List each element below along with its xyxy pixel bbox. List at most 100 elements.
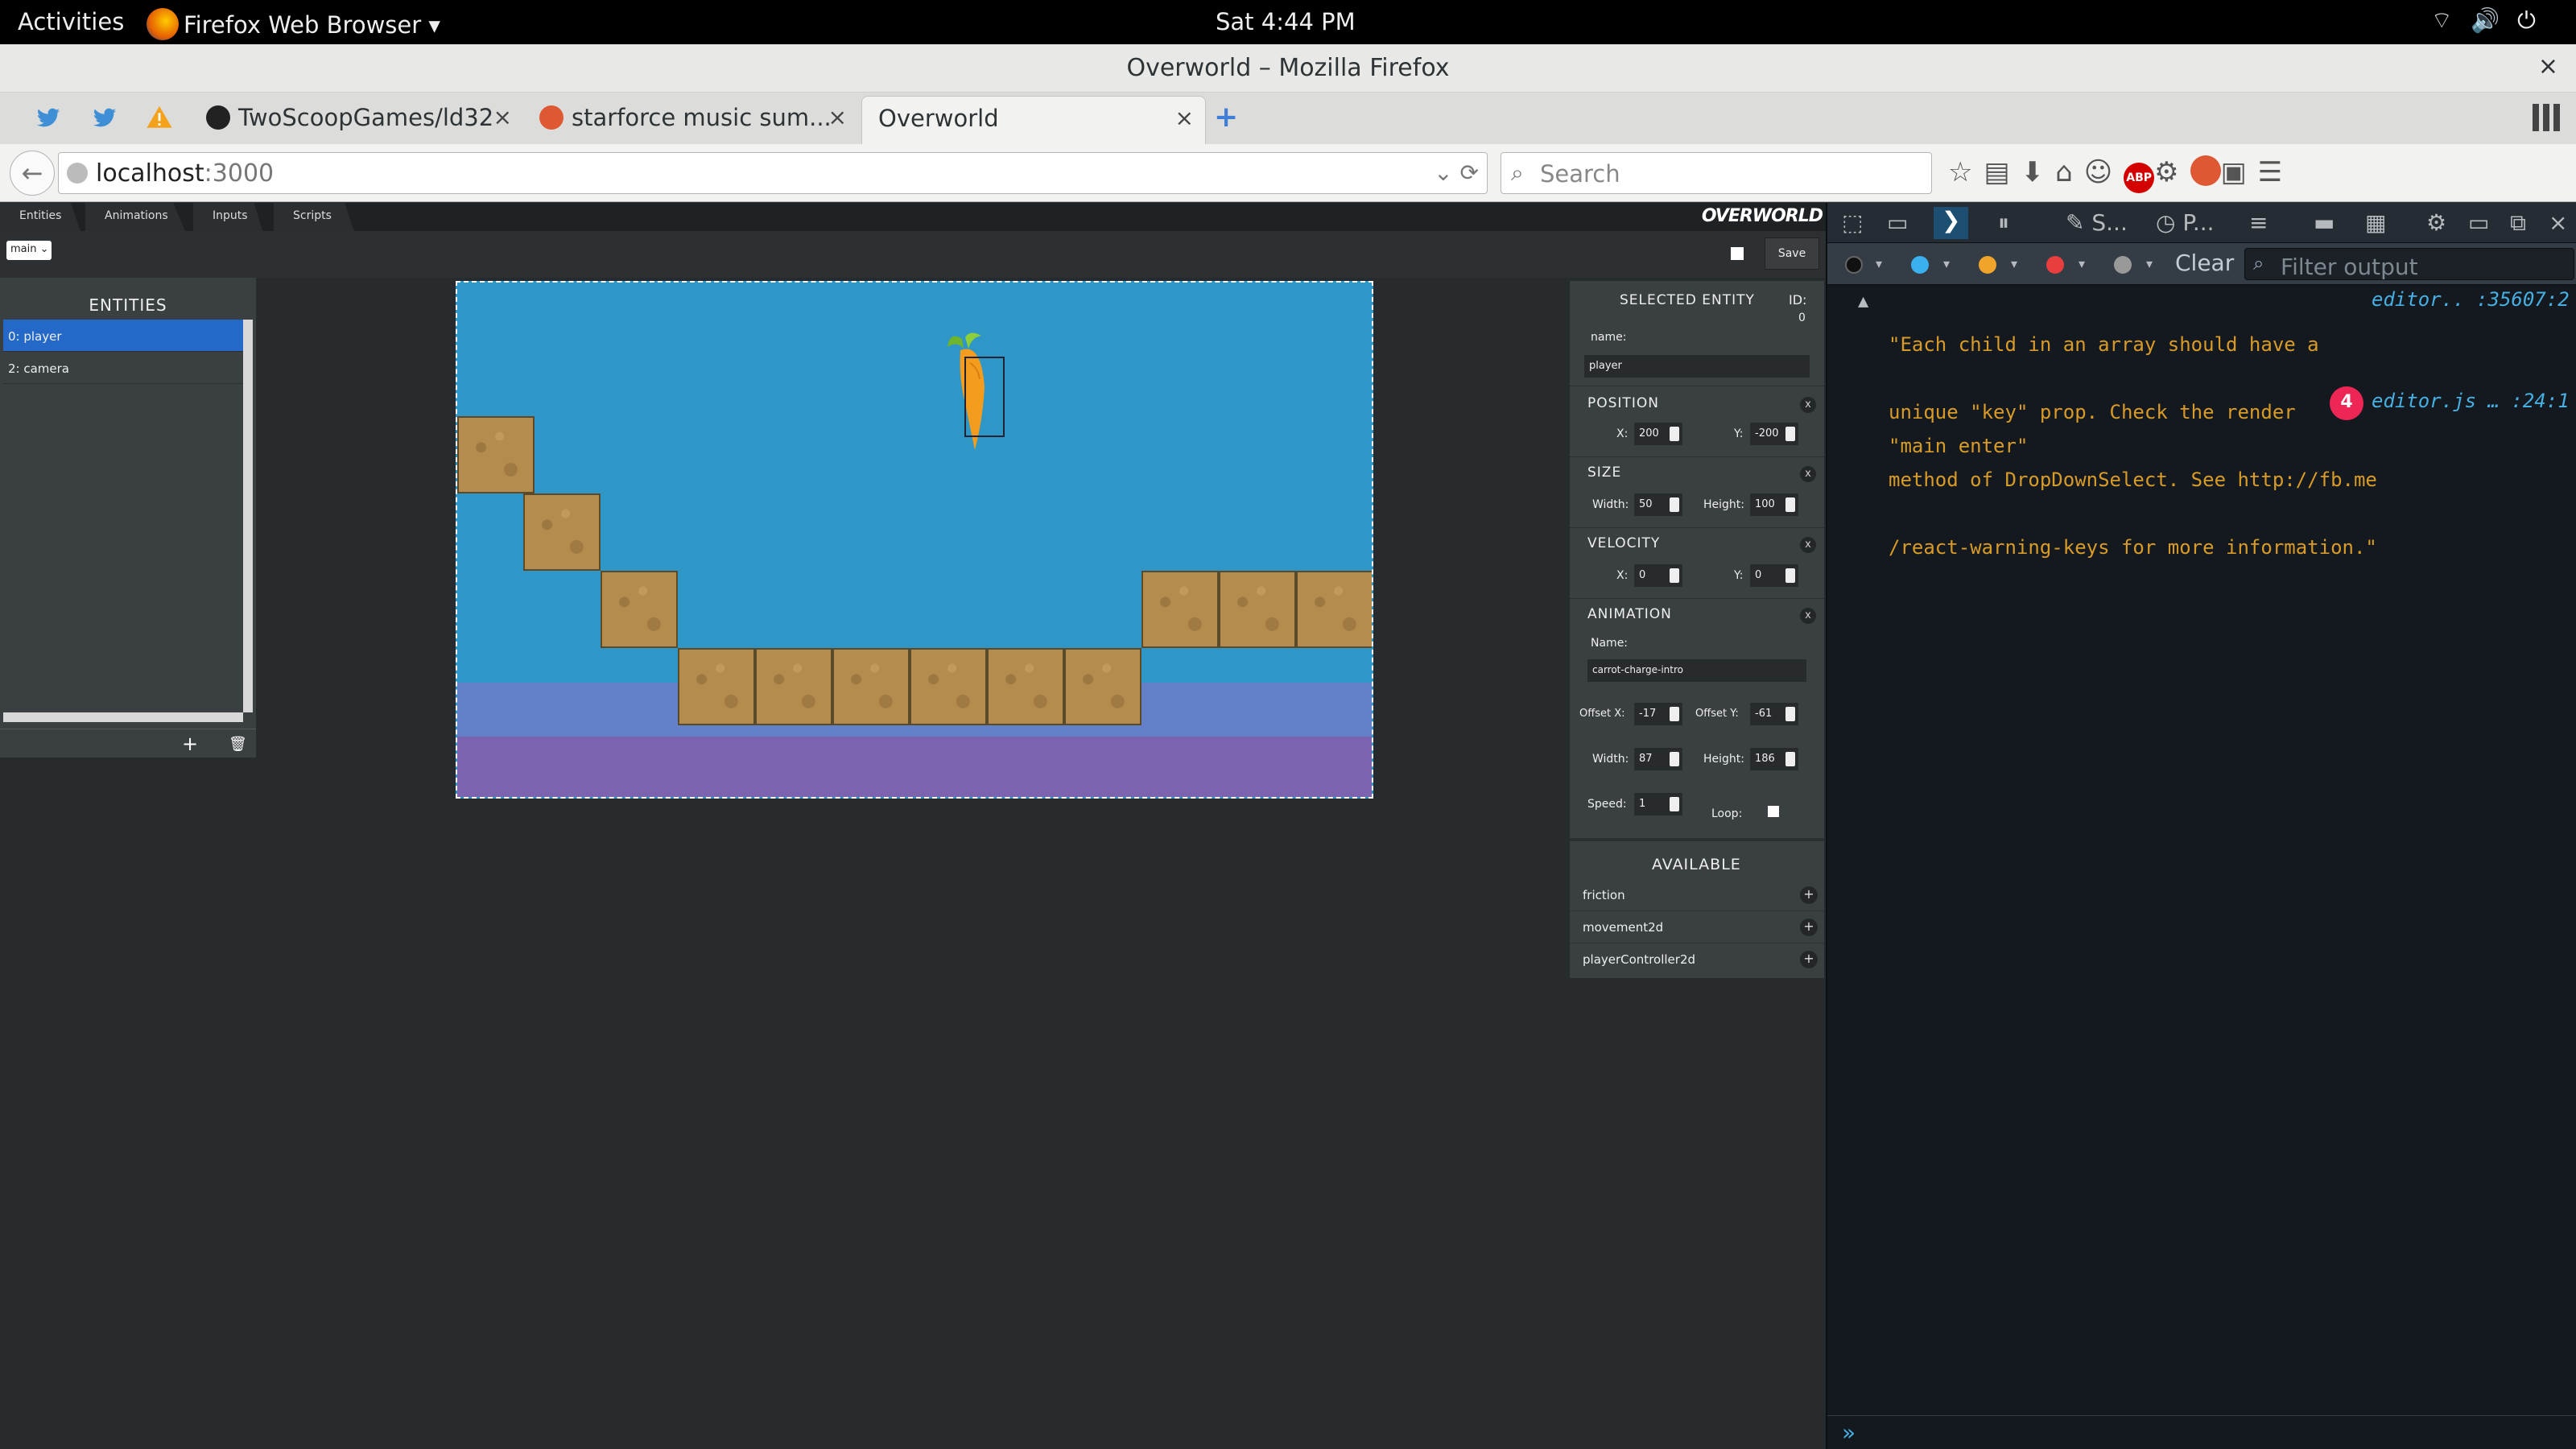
split-console-icon[interactable]: ▬ — [2314, 209, 2334, 236]
animation-name-input[interactable]: carrot-charge-intro — [1587, 659, 1806, 682]
chevron-down-icon[interactable]: ▾ — [2146, 256, 2153, 271]
twitter-icon[interactable] — [34, 104, 63, 131]
new-tab-icon[interactable]: + — [1214, 101, 1238, 134]
reload-icon[interactable]: ⌄ ⟳ — [1434, 159, 1479, 186]
warning-icon[interactable] — [145, 104, 174, 131]
console-message[interactable]: "main enter" — [1889, 390, 2028, 502]
clock[interactable]: Sat 4:44 PM — [1216, 8, 1356, 35]
activities-button[interactable]: Activities — [18, 8, 124, 35]
stop-button[interactable] — [1731, 247, 1744, 260]
network-icon[interactable]: ⚙ — [2154, 156, 2190, 188]
net-filter-icon[interactable] — [1845, 256, 1863, 274]
speed-input[interactable]: 1 — [1634, 793, 1682, 815]
save-button[interactable]: Save — [1765, 237, 1819, 270]
offset-y-input[interactable]: -61 — [1750, 703, 1798, 725]
back-arrow-icon[interactable]: ← — [10, 151, 55, 196]
remove-animation-button[interactable]: x — [1800, 608, 1816, 624]
anim-height-input[interactable]: 186 — [1750, 748, 1798, 770]
duckduckgo-icon[interactable] — [2190, 155, 2221, 186]
message-source-link[interactable]: editor.js … :24:1 — [2372, 390, 2570, 412]
position-y-input[interactable]: -200 — [1750, 423, 1798, 445]
trash-icon[interactable]: 🗑 — [229, 736, 247, 753]
tab-overworld[interactable]: Overworld × — [861, 96, 1206, 144]
remove-velocity-button[interactable]: x — [1800, 537, 1816, 553]
anim-height-label: Height: — [1703, 753, 1744, 766]
velocity-y-input[interactable]: 0 — [1750, 564, 1798, 587]
add-component-button[interactable]: + — [1800, 951, 1818, 968]
pick-element-icon[interactable]: ⬚ — [1842, 209, 1863, 236]
reading-list-icon[interactable]: ▤ — [1984, 156, 2021, 188]
console-tab-icon[interactable]: ❯ — [1934, 207, 1969, 239]
menu-entities[interactable]: Entities — [0, 203, 80, 231]
search-bar[interactable]: ⌕ Search — [1501, 152, 1932, 194]
performance-tab[interactable]: ◷ P... — [2156, 209, 2215, 236]
vertical-scrollbar[interactable] — [243, 320, 253, 712]
remove-position-button[interactable]: x — [1800, 397, 1816, 413]
entity-item[interactable]: 2: camera — [3, 352, 243, 384]
style-editor-tab[interactable]: ✎ S... — [2066, 209, 2128, 236]
size-width-input[interactable]: 50 — [1634, 493, 1682, 516]
responsive-icon[interactable]: ▭ — [1887, 209, 1908, 236]
adblock-icon[interactable]: ABP — [2124, 163, 2155, 193]
scene-select[interactable]: main ⌄ — [6, 241, 52, 260]
clear-button[interactable]: Clear — [2175, 250, 2234, 276]
message-source-link[interactable]: editor.. :35607:2 — [2372, 288, 2570, 311]
screenshot-icon[interactable]: ▣ — [2221, 156, 2258, 188]
menu-scripts[interactable]: Scripts — [274, 203, 354, 231]
twitter-icon[interactable] — [90, 104, 119, 131]
settings-gear-icon[interactable]: ⚙ — [2426, 209, 2446, 236]
chevron-down-icon[interactable]: ▾ — [2011, 256, 2017, 271]
chevron-down-icon[interactable]: ▾ — [1876, 256, 1882, 271]
close-window-icon[interactable]: × — [2538, 52, 2558, 80]
entity-item[interactable]: 0: player — [3, 320, 243, 352]
close-tab-icon[interactable]: × — [828, 104, 847, 130]
add-entity-button[interactable]: + — [182, 733, 198, 755]
app-menu[interactable]: Firefox Web Browser ▾ — [147, 8, 440, 40]
velocity-x-input[interactable]: 0 — [1634, 564, 1682, 587]
offset-x-input[interactable]: -17 — [1634, 703, 1682, 725]
ground-tile — [1296, 571, 1372, 648]
add-component-button[interactable]: + — [1800, 919, 1818, 936]
download-icon[interactable]: ⬇ — [2021, 156, 2056, 188]
hamburger-menu-icon[interactable]: ☰ — [2258, 156, 2293, 188]
tab-duckduckgo[interactable]: starforce music sum... × — [526, 96, 858, 144]
ground-tile — [523, 493, 601, 571]
chevron-down-icon[interactable]: ▾ — [2079, 256, 2085, 271]
anim-width-input[interactable]: 87 — [1634, 748, 1682, 770]
home-icon[interactable]: ⌂ — [2055, 156, 2084, 188]
add-component-button[interactable]: + — [1800, 886, 1818, 904]
menu-animations[interactable]: Animations — [85, 203, 185, 231]
size-height-input[interactable]: 100 — [1750, 493, 1798, 516]
dock-icon[interactable]: ▭ — [2468, 209, 2489, 236]
undock-icon[interactable]: ⧉ — [2510, 209, 2526, 237]
chat-icon[interactable]: ☺ — [2084, 156, 2124, 188]
chevron-down-icon[interactable]: ▾ — [1943, 256, 1950, 271]
position-x-input[interactable]: 200 — [1634, 423, 1682, 445]
js-filter-icon[interactable] — [1979, 256, 1996, 274]
tab-groups-icon[interactable] — [2533, 104, 2560, 131]
remove-size-button[interactable]: x — [1800, 466, 1816, 482]
debugger-icon[interactable]: ⏸ — [1998, 209, 2009, 237]
console-input[interactable]: » — [1827, 1415, 2576, 1449]
system-tray[interactable]: ⌔🔊⏻ — [2431, 6, 2553, 35]
url-bar[interactable]: localhost:3000 ⌄ ⟳ — [58, 152, 1488, 194]
position-header: POSITION — [1587, 395, 1659, 411]
loop-checkbox[interactable] — [1768, 806, 1779, 817]
ground-tile — [755, 648, 832, 725]
logging-filter-icon[interactable] — [2114, 256, 2132, 274]
security-filter-icon[interactable] — [2046, 256, 2064, 274]
bookmark-star-icon[interactable]: ☆ — [1948, 156, 1984, 188]
selected-entity-header: SELECTED ENTITY — [1620, 292, 1755, 308]
close-tab-icon[interactable]: × — [493, 104, 512, 130]
horizontal-scrollbar[interactable] — [3, 712, 243, 722]
frames-icon[interactable]: ▦ — [2365, 209, 2386, 236]
menu-inputs[interactable]: Inputs — [193, 203, 262, 231]
tab-github[interactable]: TwoScoopGames/ld32 × — [193, 96, 523, 144]
game-viewport[interactable] — [456, 281, 1373, 799]
css-filter-icon[interactable] — [1911, 256, 1929, 274]
close-tab-icon[interactable]: × — [1175, 105, 1194, 131]
close-devtools-icon[interactable]: × — [2549, 209, 2567, 236]
name-input[interactable]: player — [1584, 355, 1810, 378]
filter-output-input[interactable]: ⌕ Filter output — [2244, 248, 2574, 280]
network-icon[interactable]: ≡ — [2249, 209, 2268, 236]
